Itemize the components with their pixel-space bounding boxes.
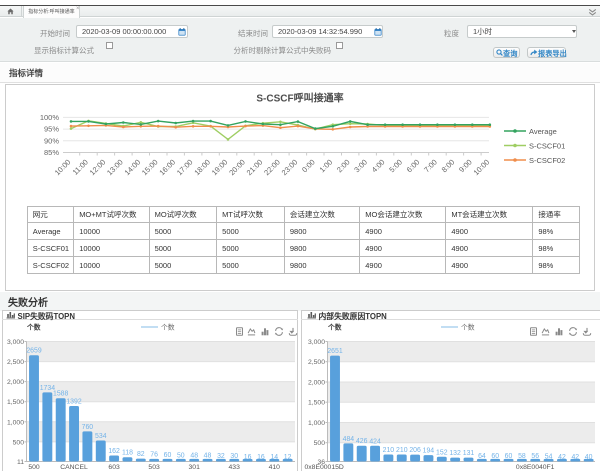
svg-text:32: 32 [217,453,225,460]
svg-text:11:00: 11:00 [71,158,90,177]
svg-text:131: 131 [463,450,475,457]
svg-text:Average: Average [529,127,557,136]
svg-text:21:00: 21:00 [245,158,265,178]
svg-text:13:00: 13:00 [105,158,125,178]
svg-text:个数: 个数 [161,323,175,332]
svg-text:10:00: 10:00 [472,158,492,178]
svg-text:603: 603 [108,464,120,471]
svg-text:95%: 95% [44,125,59,134]
svg-text:1,500: 1,500 [308,400,325,407]
svg-text:1:00: 1:00 [318,158,335,175]
svg-text:1,000: 1,000 [7,419,24,426]
svg-text:0x8E00015D: 0x8E00015D [305,464,344,471]
svg-text:14: 14 [270,454,278,461]
svg-text:3:00: 3:00 [352,158,369,175]
svg-text:64: 64 [478,453,486,460]
svg-text:14:00: 14:00 [123,158,143,178]
svg-text:40: 40 [585,454,593,461]
svg-text:426: 426 [356,438,368,445]
svg-text:8:00: 8:00 [440,158,457,175]
svg-text:100%: 100% [40,113,60,122]
svg-text:2651: 2651 [327,348,342,355]
svg-text:个数: 个数 [461,323,475,332]
svg-text:132: 132 [449,450,461,457]
svg-text:76: 76 [150,451,158,458]
svg-text:90%: 90% [44,136,59,145]
svg-text:19:00: 19:00 [210,158,230,178]
svg-text:7:00: 7:00 [422,158,439,175]
svg-text:15:00: 15:00 [140,158,160,178]
svg-text:424: 424 [369,438,381,445]
svg-text:42: 42 [558,454,566,461]
svg-text:118: 118 [122,450,133,457]
svg-text:301: 301 [189,464,201,471]
svg-text:20:00: 20:00 [227,158,247,178]
svg-text:12:00: 12:00 [88,158,108,178]
svg-text:S-CSCF呼叫接通率: S-CSCF呼叫接通率 [256,92,343,105]
svg-text:2,500: 2,500 [308,359,325,366]
svg-text:1392: 1392 [66,399,81,406]
svg-text:3,000: 3,000 [308,339,325,346]
svg-text:210: 210 [396,447,408,454]
svg-text:60: 60 [164,452,172,459]
svg-text:42: 42 [571,454,579,461]
svg-text:194: 194 [423,448,435,455]
svg-text:85%: 85% [44,148,59,157]
svg-text:2,500: 2,500 [7,359,24,366]
svg-text:0x8E0040F1: 0x8E0040F1 [516,464,555,471]
svg-text:54: 54 [545,453,553,460]
svg-text:23:00: 23:00 [280,158,300,178]
svg-text:S-CSCF01: S-CSCF01 [529,141,565,150]
svg-text:3,000: 3,000 [7,339,24,346]
svg-text:58: 58 [518,453,526,460]
svg-text:60: 60 [491,453,499,460]
svg-text:11: 11 [17,459,24,466]
svg-text:17:00: 17:00 [175,158,195,178]
svg-text:760: 760 [82,424,94,431]
svg-text:534: 534 [95,433,107,440]
svg-text:2659: 2659 [26,348,41,355]
svg-text:410: 410 [269,464,281,471]
svg-text:210: 210 [383,447,395,454]
svg-text:2,000: 2,000 [7,379,24,386]
svg-text:10:00: 10:00 [53,158,73,178]
svg-text:22:00: 22:00 [262,158,282,178]
svg-text:48: 48 [204,453,212,460]
svg-text:1,000: 1,000 [308,420,325,427]
svg-text:433: 433 [229,464,241,471]
svg-text:484: 484 [343,436,355,443]
svg-text:30: 30 [230,453,238,460]
svg-text:CANCEL: CANCEL [60,464,88,471]
svg-text:162: 162 [108,448,120,455]
svg-text:503: 503 [148,464,160,471]
svg-text:82: 82 [137,451,145,458]
svg-text:2,000: 2,000 [308,380,325,387]
svg-text:4:00: 4:00 [370,158,387,175]
svg-text:206: 206 [409,447,421,454]
svg-text:50: 50 [177,452,185,459]
svg-text:56: 56 [531,453,539,460]
svg-text:16:00: 16:00 [157,158,177,178]
svg-text:2:00: 2:00 [335,158,352,175]
svg-text:18:00: 18:00 [192,158,212,178]
svg-text:48: 48 [190,453,198,460]
svg-text:16: 16 [244,454,252,461]
svg-text:60: 60 [505,453,513,460]
svg-text:0:00: 0:00 [300,158,317,175]
svg-text:1,500: 1,500 [7,399,24,406]
svg-text:5:00: 5:00 [387,158,404,175]
svg-text:个数: 个数 [327,323,342,332]
svg-text:500: 500 [314,440,326,447]
svg-text:500: 500 [13,439,25,446]
svg-text:16: 16 [257,454,265,461]
svg-text:500: 500 [28,464,40,471]
svg-text:6:00: 6:00 [405,158,422,175]
svg-text:152: 152 [436,449,448,456]
svg-text:1588: 1588 [53,391,68,398]
svg-text:S-CSCF02: S-CSCF02 [529,156,565,165]
svg-text:个数: 个数 [26,323,41,332]
svg-text:12: 12 [284,454,292,461]
